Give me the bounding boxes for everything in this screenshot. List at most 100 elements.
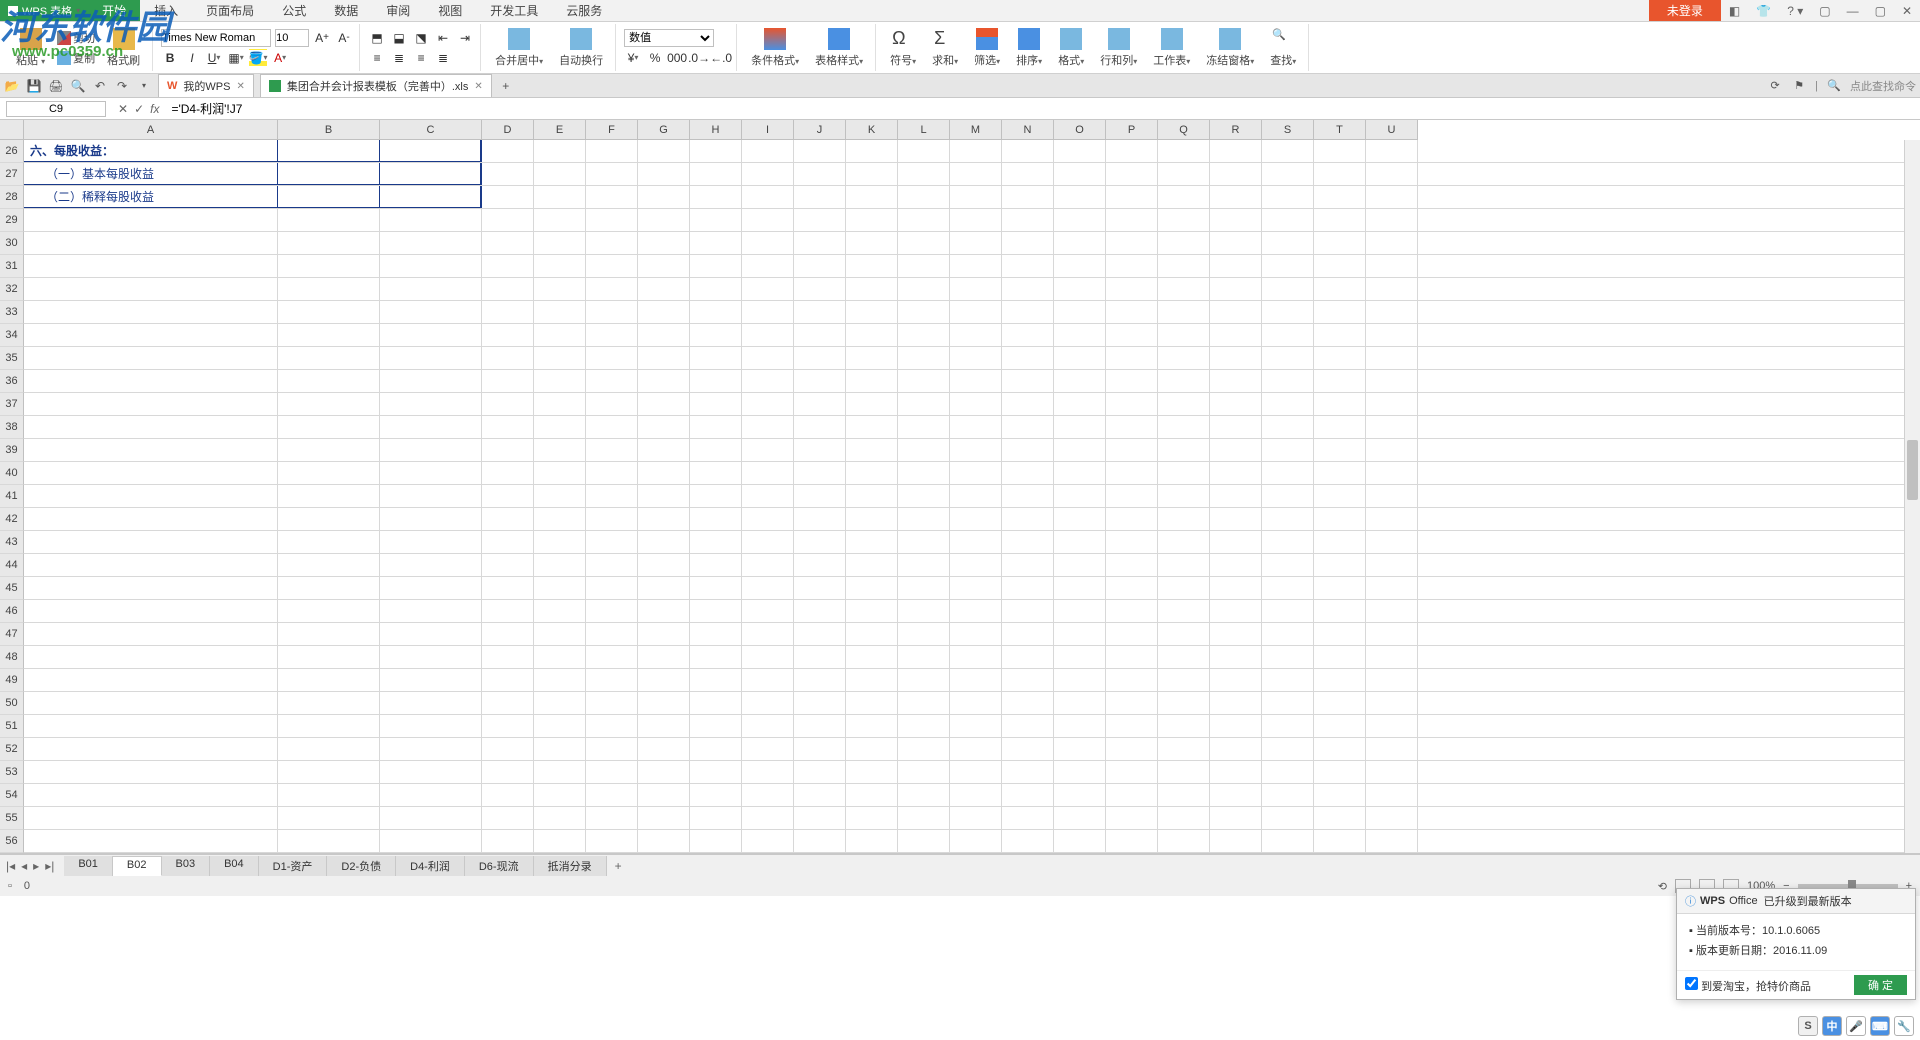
cell[interactable]: [638, 232, 690, 254]
cell[interactable]: [1210, 163, 1262, 185]
sheet-tab[interactable]: D1-资产: [259, 856, 328, 876]
cell[interactable]: [24, 600, 278, 622]
cell[interactable]: [898, 692, 950, 714]
cell[interactable]: [586, 347, 638, 369]
row-header[interactable]: 51: [0, 715, 24, 738]
cell[interactable]: [846, 715, 898, 737]
cell[interactable]: [278, 554, 380, 576]
ime-toolbar[interactable]: S 中 🎤 ⌨ 🔧: [1798, 1016, 1914, 1036]
help-icon[interactable]: ? ▾: [1779, 0, 1811, 21]
status-refresh-icon[interactable]: ⟲: [1658, 880, 1667, 893]
cell[interactable]: [950, 462, 1002, 484]
cell[interactable]: [1210, 186, 1262, 208]
cell[interactable]: [1314, 531, 1366, 553]
cell[interactable]: [898, 761, 950, 783]
cell[interactable]: [898, 232, 950, 254]
save-icon[interactable]: 💾: [26, 78, 42, 94]
cell[interactable]: [24, 255, 278, 277]
cell[interactable]: [742, 416, 794, 438]
cell[interactable]: [1158, 784, 1210, 806]
cell[interactable]: [482, 830, 534, 852]
cell[interactable]: [1366, 416, 1418, 438]
cell[interactable]: [586, 370, 638, 392]
cell[interactable]: [742, 738, 794, 760]
cell[interactable]: [1002, 738, 1054, 760]
col-header[interactable]: R: [1210, 120, 1262, 140]
cell[interactable]: [794, 485, 846, 507]
sheet-prev-icon[interactable]: ◂: [19, 859, 29, 873]
cell[interactable]: [898, 255, 950, 277]
cell[interactable]: [1158, 370, 1210, 392]
row-header[interactable]: 37: [0, 393, 24, 416]
cell[interactable]: [1054, 324, 1106, 346]
cancel-formula-icon[interactable]: ✕: [118, 102, 128, 116]
cell[interactable]: [638, 692, 690, 714]
cell[interactable]: [898, 531, 950, 553]
cell[interactable]: [1366, 370, 1418, 392]
cell[interactable]: [1262, 301, 1314, 323]
cell[interactable]: [1210, 508, 1262, 530]
cell[interactable]: [586, 577, 638, 599]
cell[interactable]: [24, 301, 278, 323]
menu-tab-3[interactable]: 公式: [268, 0, 320, 21]
cell[interactable]: [24, 692, 278, 714]
cell[interactable]: [1262, 715, 1314, 737]
cell[interactable]: [898, 370, 950, 392]
cell[interactable]: [794, 669, 846, 691]
cell[interactable]: [586, 761, 638, 783]
tab-mywps[interactable]: W 我的WPS ✕: [158, 74, 254, 97]
cell[interactable]: [1314, 692, 1366, 714]
cell[interactable]: [1366, 623, 1418, 645]
zoom-slider[interactable]: [1798, 884, 1898, 888]
cell[interactable]: [1002, 347, 1054, 369]
cell[interactable]: （一）基本每股收益: [24, 163, 278, 185]
tab-close-icon[interactable]: ✕: [474, 81, 482, 92]
cell[interactable]: [24, 715, 278, 737]
cell[interactable]: [24, 485, 278, 507]
cell[interactable]: [950, 209, 1002, 231]
cell[interactable]: [1210, 600, 1262, 622]
cell[interactable]: [482, 485, 534, 507]
cell[interactable]: [1262, 807, 1314, 829]
cell[interactable]: [742, 508, 794, 530]
cell[interactable]: [690, 186, 742, 208]
cell[interactable]: [1106, 278, 1158, 300]
cell[interactable]: [950, 485, 1002, 507]
cell[interactable]: [482, 554, 534, 576]
cell[interactable]: [690, 692, 742, 714]
cell[interactable]: [846, 508, 898, 530]
cell[interactable]: [950, 830, 1002, 852]
cell[interactable]: [482, 163, 534, 185]
row-header[interactable]: 39: [0, 439, 24, 462]
cell[interactable]: [1106, 600, 1158, 622]
cell[interactable]: [1106, 646, 1158, 668]
cell[interactable]: [794, 301, 846, 323]
cell[interactable]: [898, 830, 950, 852]
cell[interactable]: 六、每股收益：: [24, 140, 278, 162]
increase-font-button[interactable]: A+: [313, 29, 331, 47]
cell[interactable]: [380, 186, 482, 208]
cell[interactable]: [534, 738, 586, 760]
cell[interactable]: [950, 232, 1002, 254]
cell[interactable]: [534, 830, 586, 852]
cell[interactable]: [742, 577, 794, 599]
cell[interactable]: [1054, 830, 1106, 852]
cell[interactable]: [898, 209, 950, 231]
cell[interactable]: [1366, 531, 1418, 553]
cell[interactable]: [482, 324, 534, 346]
cell[interactable]: [898, 163, 950, 185]
cell[interactable]: [534, 439, 586, 461]
cell[interactable]: [1314, 301, 1366, 323]
cell[interactable]: [278, 692, 380, 714]
cell[interactable]: [1210, 646, 1262, 668]
command-search[interactable]: 点此查找命令: [1850, 78, 1916, 94]
cell[interactable]: [1314, 738, 1366, 760]
cell[interactable]: [846, 577, 898, 599]
cell[interactable]: [1262, 232, 1314, 254]
cell[interactable]: [950, 324, 1002, 346]
cell[interactable]: [380, 600, 482, 622]
cell[interactable]: [742, 600, 794, 622]
currency-button[interactable]: ¥▾: [624, 49, 642, 67]
cell[interactable]: [278, 393, 380, 415]
cell[interactable]: [742, 830, 794, 852]
